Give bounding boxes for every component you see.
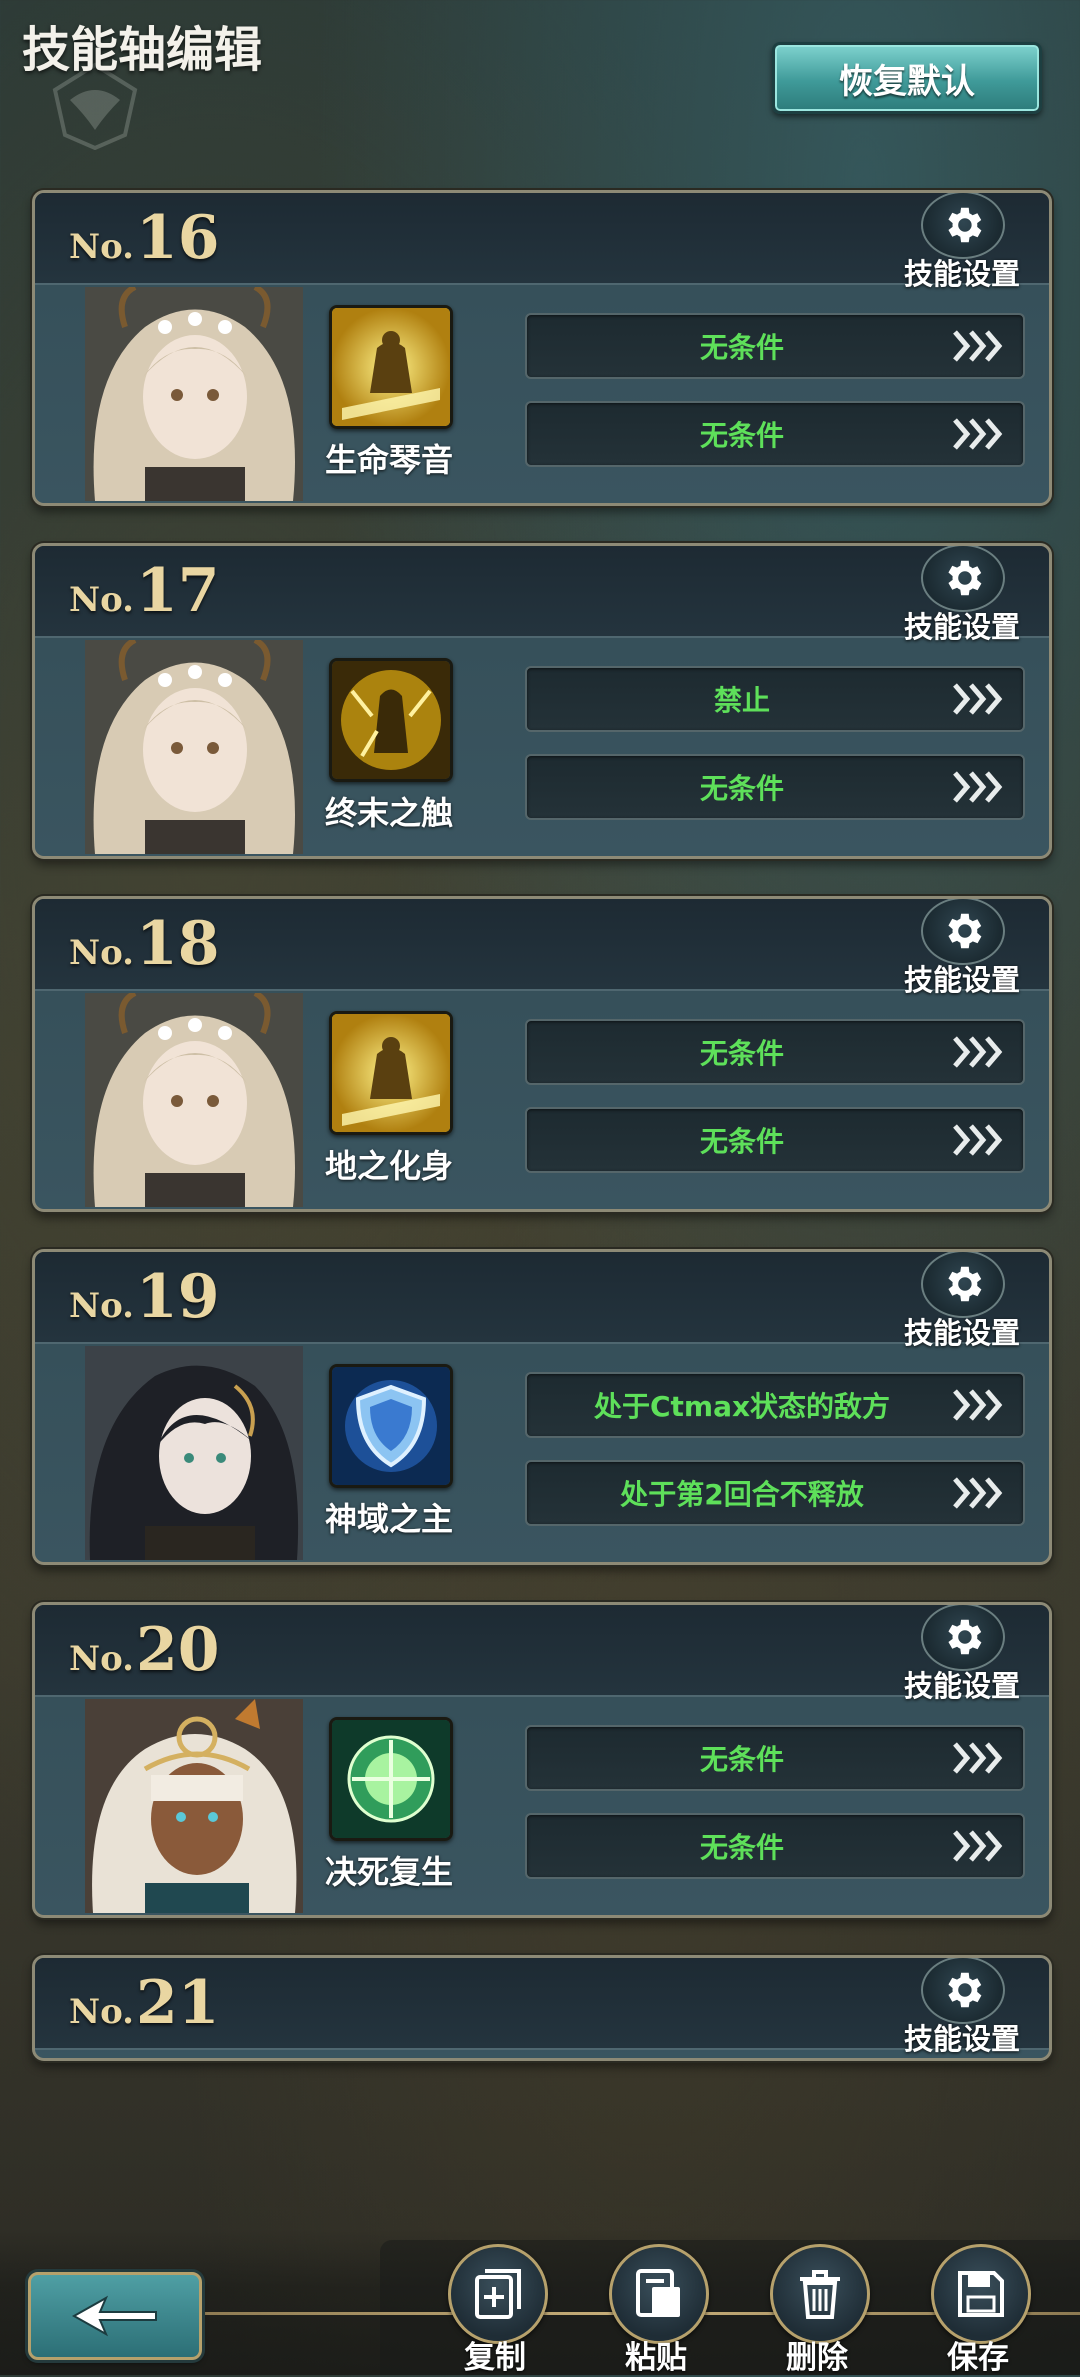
gear-icon [921, 193, 1005, 259]
triple-chevron-right-icon [953, 1389, 1003, 1421]
skill-settings-button[interactable]: 技能设置 [897, 1605, 1027, 1703]
card-number: No.18 [69, 909, 220, 979]
character-portrait [85, 1699, 303, 1913]
condition-slot-1[interactable]: 处于Ctmax状态的敌方 [525, 1372, 1025, 1438]
back-button[interactable] [28, 2272, 202, 2360]
paste-button[interactable]: 粘贴 [601, 2240, 711, 2376]
card-number: No.17 [69, 556, 220, 626]
copy-button[interactable]: 复制 [440, 2240, 550, 2376]
page-title: 技能轴编辑 [22, 22, 263, 78]
skill-card-18: No.18 技能设置 地之化身 无条件 无条件 [32, 896, 1052, 1212]
skill-settings-button[interactable]: 技能设置 [897, 1252, 1027, 1350]
condition-slot-1[interactable]: 无条件 [525, 313, 1025, 379]
card-number: No.19 [69, 1262, 220, 1332]
skill-icon-lyre [329, 305, 453, 429]
skill-name: 神域之主 [324, 1500, 453, 1538]
skill-settings-button[interactable]: 技能设置 [897, 1958, 1027, 2056]
skill-card-19: No.19 技能设置 神域之主 处于Ctmax状态的敌方 处于第2回合不释放 [32, 1249, 1052, 1565]
triple-chevron-right-icon [953, 1830, 1003, 1862]
character-portrait [85, 287, 303, 501]
skill-name: 地之化身 [324, 1147, 453, 1185]
skill-icon-touch [329, 658, 453, 782]
gear-icon [921, 1252, 1005, 1318]
skill-settings-button[interactable]: 技能设置 [897, 193, 1027, 291]
trash-icon [800, 2270, 840, 2319]
condition-slot-2[interactable]: 处于第2回合不释放 [525, 1460, 1025, 1526]
skill-icon-revive [329, 1717, 453, 1841]
skill-name: 终末之触 [324, 794, 453, 832]
gear-icon [921, 546, 1005, 612]
condition-slot-2[interactable]: 无条件 [525, 1107, 1025, 1173]
condition-slot-2[interactable]: 无条件 [525, 754, 1025, 820]
condition-slot-1[interactable]: 无条件 [525, 1725, 1025, 1791]
restore-default-button[interactable]: 恢复默认 [772, 42, 1042, 114]
condition-slot-1[interactable]: 禁止 [525, 666, 1025, 732]
triple-chevron-right-icon [953, 1036, 1003, 1068]
skill-settings-button[interactable]: 技能设置 [897, 899, 1027, 997]
copy-icon [475, 2269, 521, 2319]
paste-icon [636, 2269, 680, 2317]
skill-card-20: No.20 技能设置 决死复生 无条件 无条件 [32, 1602, 1052, 1918]
triple-chevron-right-icon [953, 683, 1003, 715]
skill-card-21: No.21 技能设置 [32, 1955, 1052, 2061]
save-button[interactable]: 保存 [923, 2240, 1033, 2376]
delete-button[interactable]: 删除 [762, 2240, 872, 2376]
character-portrait [85, 993, 303, 1207]
triple-chevron-right-icon [953, 1124, 1003, 1156]
skill-name: 决死复生 [324, 1853, 453, 1891]
triple-chevron-right-icon [953, 1742, 1003, 1774]
condition-slot-2[interactable]: 无条件 [525, 401, 1025, 467]
character-portrait [85, 1346, 303, 1560]
triple-chevron-right-icon [953, 1477, 1003, 1509]
skill-icon-earth [329, 1011, 453, 1135]
back-arrow-icon [71, 2295, 157, 2337]
card-number: No.16 [69, 203, 220, 273]
skill-card-16: No.16 技能设置 生命琴音 无条件 无条件 [32, 190, 1052, 506]
floppy-disk-icon [958, 2271, 1004, 2317]
skill-card-17: No.17 技能设置 终末之触 禁止 无条件 [32, 543, 1052, 859]
character-portrait [85, 640, 303, 854]
condition-slot-1[interactable]: 无条件 [525, 1019, 1025, 1085]
condition-slot-2[interactable]: 无条件 [525, 1813, 1025, 1879]
skill-settings-button[interactable]: 技能设置 [897, 546, 1027, 644]
gear-icon [921, 1605, 1005, 1671]
triple-chevron-right-icon [953, 771, 1003, 803]
gear-icon [921, 899, 1005, 965]
card-number: No.20 [69, 1615, 220, 1685]
skill-name: 生命琴音 [324, 441, 453, 479]
triple-chevron-right-icon [953, 418, 1003, 450]
gear-icon [921, 1958, 1005, 2024]
skill-icon-shield [329, 1364, 453, 1488]
card-number: No.21 [69, 1968, 220, 2038]
triple-chevron-right-icon [953, 330, 1003, 362]
